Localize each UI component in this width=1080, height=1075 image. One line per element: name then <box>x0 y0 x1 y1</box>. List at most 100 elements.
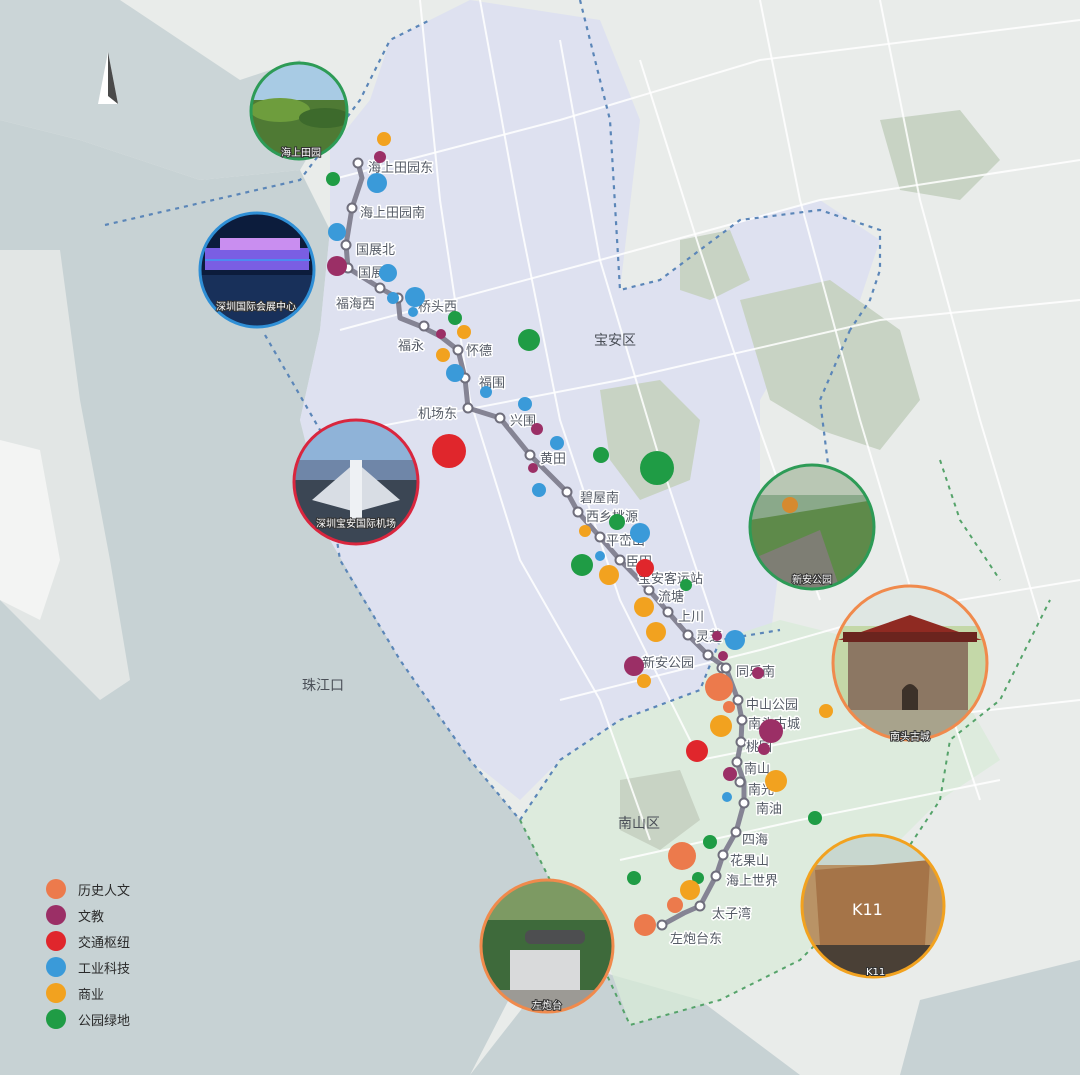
poi-dot[interactable] <box>374 151 386 163</box>
poi-dot[interactable] <box>703 835 717 849</box>
station-label[interactable]: 左炮台东 <box>669 931 724 949</box>
station-label[interactable]: 流塘 <box>657 588 686 607</box>
poi-dot[interactable] <box>686 740 708 762</box>
poi-dot[interactable] <box>634 914 656 936</box>
station-label[interactable]: 中山公园 <box>745 697 800 715</box>
station-label[interactable]: 福海西 <box>335 296 377 314</box>
station-marker[interactable] <box>732 694 744 706</box>
station-marker[interactable] <box>494 412 506 424</box>
poi-dot[interactable] <box>723 701 735 713</box>
station-marker[interactable] <box>717 849 729 861</box>
station-marker[interactable] <box>656 919 668 931</box>
poi-dot[interactable] <box>634 597 654 617</box>
poi-dot[interactable] <box>624 656 644 676</box>
photo-expo[interactable]: 深圳国际会展中心 <box>198 211 316 329</box>
poi-dot[interactable] <box>480 386 492 398</box>
poi-dot[interactable] <box>532 483 546 497</box>
station-marker[interactable] <box>418 320 430 332</box>
poi-dot[interactable] <box>808 811 822 825</box>
station-label[interactable]: 四海 <box>741 832 770 850</box>
poi-dot[interactable] <box>712 631 722 641</box>
station-label[interactable]: 南山 <box>743 760 772 779</box>
station-marker[interactable] <box>462 402 474 414</box>
station-marker[interactable] <box>594 531 606 543</box>
station-label[interactable]: 碧屋南 <box>579 489 621 508</box>
station-marker[interactable] <box>524 449 536 461</box>
poi-dot[interactable] <box>436 348 450 362</box>
station-marker[interactable] <box>735 736 747 748</box>
station-label[interactable]: 上川 <box>677 609 706 627</box>
photo-airport[interactable]: 深圳宝安国际机场 <box>292 418 420 546</box>
poi-dot[interactable] <box>680 579 692 591</box>
station-marker[interactable] <box>452 344 464 356</box>
poi-dot[interactable] <box>550 436 564 450</box>
station-marker[interactable] <box>694 900 706 912</box>
poi-dot[interactable] <box>718 651 728 661</box>
poi-dot[interactable] <box>725 630 745 650</box>
poi-dot[interactable] <box>758 743 770 755</box>
station-marker[interactable] <box>736 714 748 726</box>
station-marker[interactable] <box>572 506 584 518</box>
poi-dot[interactable] <box>627 871 641 885</box>
poi-dot[interactable] <box>446 364 464 382</box>
poi-dot[interactable] <box>367 173 387 193</box>
poi-dot[interactable] <box>593 447 609 463</box>
poi-dot[interactable] <box>328 223 346 241</box>
poi-dot[interactable] <box>680 880 700 900</box>
photo-xinan[interactable]: 新安公园 <box>748 463 876 591</box>
station-marker[interactable] <box>682 629 694 641</box>
poi-dot[interactable] <box>377 132 391 146</box>
photo-nantou[interactable]: 南头古城 <box>831 584 989 744</box>
poi-dot[interactable] <box>387 292 399 304</box>
poi-dot[interactable] <box>646 622 666 642</box>
station-marker[interactable] <box>730 826 742 838</box>
poi-dot[interactable] <box>457 325 471 339</box>
poi-dot[interactable] <box>379 264 397 282</box>
poi-dot[interactable] <box>630 523 650 543</box>
station-label[interactable]: 新安公园 <box>641 654 696 673</box>
poi-dot[interactable] <box>710 715 732 737</box>
station-label[interactable]: 福永 <box>397 338 426 356</box>
poi-dot[interactable] <box>405 287 425 307</box>
station-label[interactable]: 太子湾 <box>711 905 753 924</box>
station-marker[interactable] <box>340 239 352 251</box>
poi-dot[interactable] <box>518 397 532 411</box>
poi-dot[interactable] <box>531 423 543 435</box>
station-label[interactable]: 花果山 <box>729 852 771 871</box>
station-label[interactable]: 国展北 <box>355 242 397 260</box>
station-marker[interactable] <box>561 486 573 498</box>
poi-dot[interactable] <box>432 434 466 468</box>
poi-dot[interactable] <box>637 674 651 688</box>
poi-dot[interactable] <box>579 525 591 537</box>
poi-dot[interactable] <box>705 673 733 701</box>
station-marker[interactable] <box>738 797 750 809</box>
station-marker[interactable] <box>731 756 743 768</box>
station-marker[interactable] <box>734 776 746 788</box>
poi-dot[interactable] <box>640 451 674 485</box>
poi-dot[interactable] <box>436 329 446 339</box>
poi-dot[interactable] <box>327 256 347 276</box>
poi-dot[interactable] <box>518 329 540 351</box>
poi-dot[interactable] <box>326 172 340 186</box>
poi-dot[interactable] <box>752 667 764 679</box>
photo-k11[interactable]: K11 K11 <box>800 833 946 979</box>
station-label[interactable]: 怀德 <box>465 343 494 361</box>
poi-dot[interactable] <box>722 792 732 802</box>
station-label[interactable]: 南油 <box>755 800 784 819</box>
poi-dot[interactable] <box>408 307 418 317</box>
poi-dot[interactable] <box>599 565 619 585</box>
photo-zuopaotai[interactable]: 左炮台 <box>479 878 615 1014</box>
station-marker[interactable] <box>346 202 358 214</box>
station-marker[interactable] <box>374 282 386 294</box>
station-marker[interactable] <box>662 606 674 618</box>
poi-dot[interactable] <box>636 559 654 577</box>
poi-dot[interactable] <box>595 551 605 561</box>
poi-dot[interactable] <box>528 463 538 473</box>
poi-dot[interactable] <box>667 897 683 913</box>
poi-dot[interactable] <box>819 704 833 718</box>
poi-dot[interactable] <box>571 554 593 576</box>
station-label[interactable]: 海上田园南 <box>359 204 427 223</box>
station-marker[interactable] <box>614 554 626 566</box>
station-marker[interactable] <box>702 649 714 661</box>
poi-dot[interactable] <box>668 842 696 870</box>
